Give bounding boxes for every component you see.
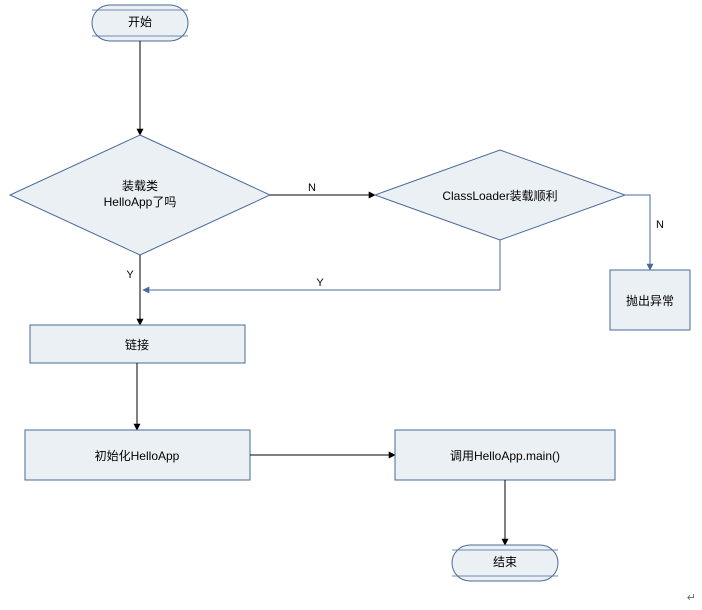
loaded-label-2: HelloApp了吗	[104, 195, 177, 209]
classloader-label: ClassLoader装载顺利	[442, 189, 557, 203]
end-label: 结束	[493, 555, 517, 569]
node-start: 开始	[92, 5, 188, 41]
call-label: 调用HelloApp.main()	[450, 449, 560, 463]
link-label: 链接	[125, 337, 149, 352]
start-label: 开始	[128, 15, 152, 29]
edge-label-Y1: Y	[126, 269, 134, 281]
node-end: 结束	[452, 545, 558, 581]
edge-label-Y2: Y	[316, 277, 324, 289]
node-loaded-decision: 装载类 HelloApp了吗	[10, 135, 270, 255]
init-label: 初始化HelloApp	[95, 449, 180, 463]
node-call: 调用HelloApp.main()	[395, 430, 615, 480]
edge-label-N1: N	[308, 182, 316, 194]
footer-return-mark: ↵	[687, 591, 696, 604]
edge-label-N2: N	[656, 219, 664, 231]
edge-classloader-N	[625, 195, 650, 270]
throw-label: 抛出异常	[626, 293, 674, 308]
flowchart-canvas: 开始 装载类 HelloApp了吗 classloader diamond --…	[0, 0, 702, 610]
node-init: 初始化HelloApp	[25, 430, 250, 480]
node-throw: 抛出异常	[610, 270, 690, 330]
loaded-label-1: 装载类	[122, 179, 158, 193]
node-link: 链接	[30, 325, 245, 363]
node-classloader-decision: ClassLoader装载顺利	[375, 150, 625, 240]
